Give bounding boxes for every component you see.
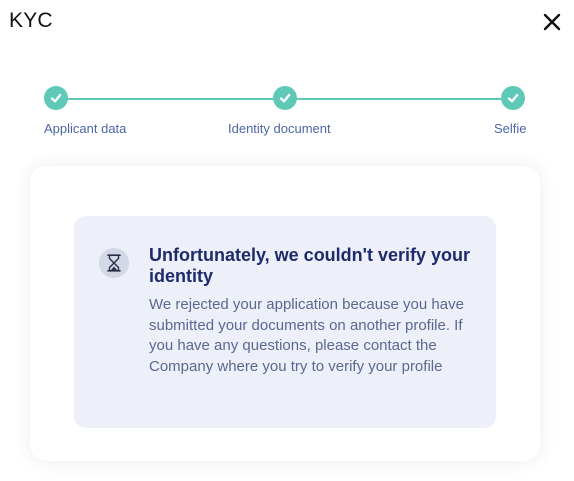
kyc-stepper: Applicant data Identity document Selfie [0,85,574,145]
page-title: KYC [9,9,53,32]
close-button[interactable] [541,11,563,33]
step-identity-document-label: Identity document [228,121,331,136]
step-selfie-indicator [501,86,525,110]
rejection-message-box: Unfortunately, we couldn't verify your i… [74,216,496,428]
hourglass-badge [99,248,129,278]
step-identity-document-indicator [273,86,297,110]
rejection-description: We rejected your application because you… [149,296,464,375]
step-selfie-label: Selfie [494,121,527,136]
step-applicant-data-indicator [44,86,68,110]
check-icon [50,93,62,103]
check-icon [507,93,519,103]
hourglass-icon [107,254,121,272]
close-icon[interactable] [541,11,563,33]
rejection-title: Unfortunately, we couldn't verify your i… [149,245,470,286]
step-applicant-data-label: Applicant data [44,121,127,136]
check-icon [279,93,291,103]
